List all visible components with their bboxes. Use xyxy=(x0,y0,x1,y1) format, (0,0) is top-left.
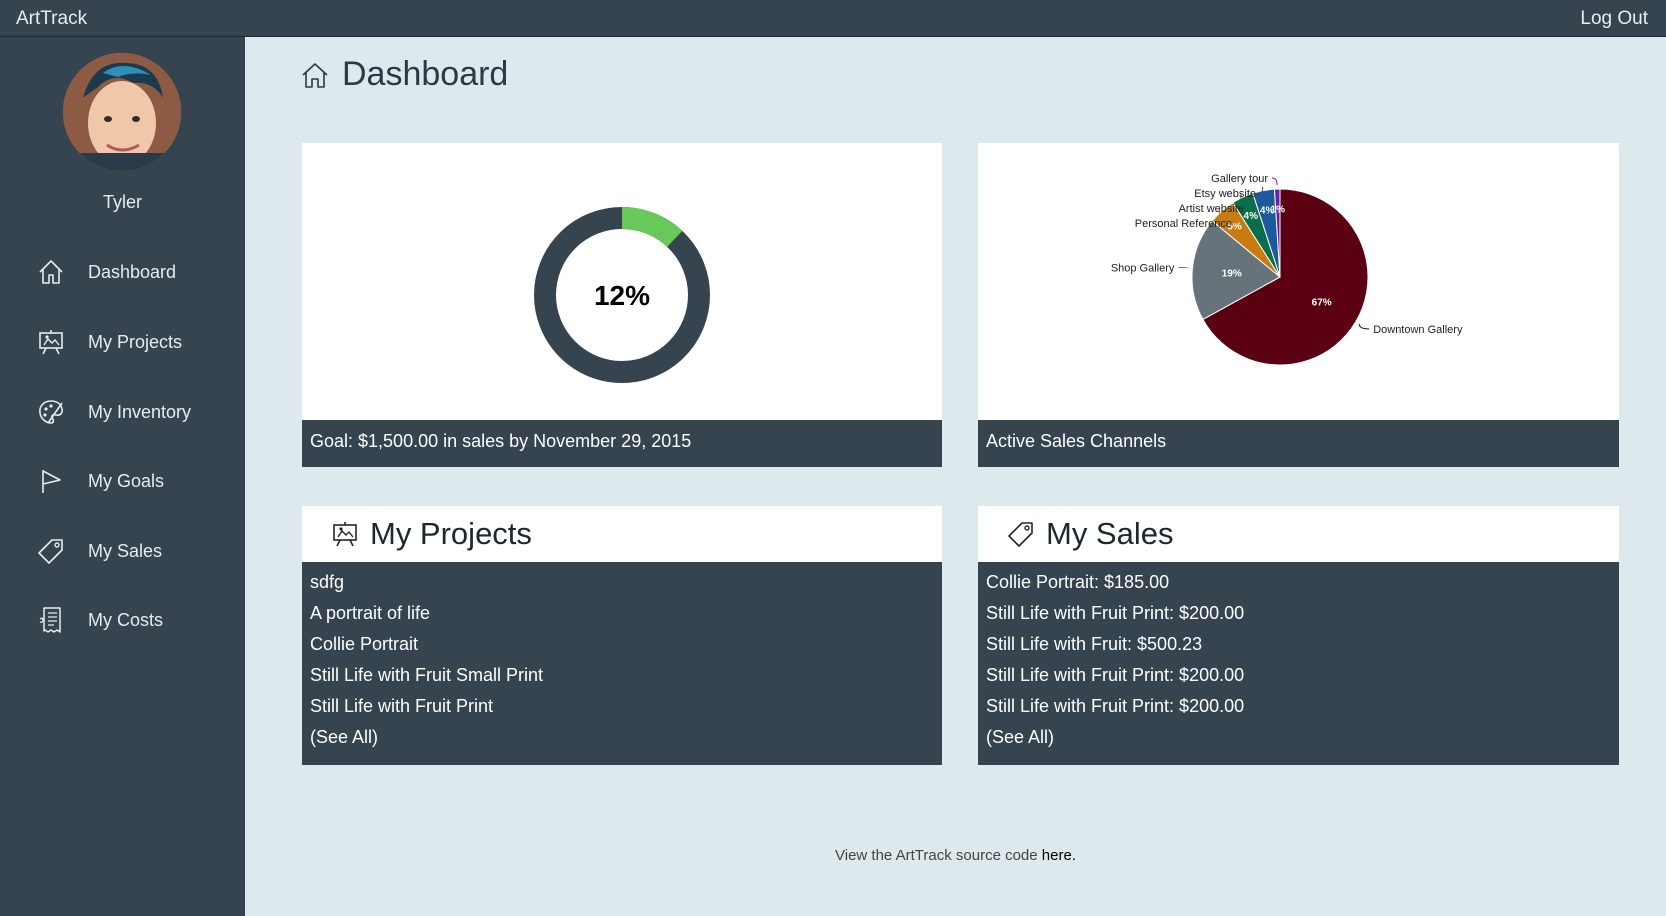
list-item[interactable]: Still Life with Fruit Print xyxy=(310,694,934,725)
username: Tyler xyxy=(102,192,142,212)
pie-value-label: 19% xyxy=(1222,268,1242,279)
projects-list: sdfg A portrait of life Collie Portrait … xyxy=(302,562,942,765)
pie-leader-line xyxy=(1271,177,1278,186)
page-title: Dashboard xyxy=(300,55,508,94)
list-item[interactable]: A portrait of life xyxy=(310,601,934,632)
pie-leader-line xyxy=(1178,266,1189,269)
sales-panel-header: My Sales xyxy=(978,506,1619,562)
goal-card: 12% Goal: $1,500.00 in sales by November… xyxy=(302,143,942,467)
tag-icon xyxy=(38,539,63,564)
avatar[interactable] xyxy=(63,53,181,171)
sidebar-item-dashboard[interactable]: Dashboard xyxy=(36,252,236,292)
receipt-icon xyxy=(39,607,61,633)
sidebar-item-my-costs[interactable]: My Costs xyxy=(36,600,236,640)
home-icon xyxy=(302,62,328,88)
pie-category-label: Downtown Gallery xyxy=(1373,324,1463,336)
sidebar-item-label: My Inventory xyxy=(88,401,192,422)
projects-panel: My Projects sdfg A portrait of life Coll… xyxy=(302,506,942,765)
tag-icon xyxy=(1008,522,1033,547)
list-item[interactable]: Still Life with Fruit Print: $200.00 xyxy=(986,694,1611,725)
logout-button[interactable]: Log Out xyxy=(1580,8,1648,30)
footer-note: View the ArtTrack source code here. xyxy=(245,847,1666,864)
projects-panel-title: My Projects xyxy=(370,516,532,551)
palette-icon xyxy=(39,400,63,424)
sidebar: Tyler Dashboard My Projects My Inventory… xyxy=(0,37,245,916)
sidebar-item-label: My Goals xyxy=(88,470,165,491)
pie-category-label: Gallery tour xyxy=(1211,173,1268,185)
sidebar-item-label: My Projects xyxy=(88,331,183,352)
sidebar-item-label: Dashboard xyxy=(88,261,177,282)
goal-donut: 12% xyxy=(534,207,710,383)
sidebar-item-my-projects[interactable]: My Projects xyxy=(36,322,236,362)
sales-channels-caption: Active Sales Channels xyxy=(978,420,1619,467)
easel-icon xyxy=(333,522,357,547)
pie-value-label: 4% xyxy=(1244,211,1259,222)
goal-caption: Goal: $1,500.00 in sales by November 29,… xyxy=(302,420,942,467)
pie-value-label: 1% xyxy=(1271,204,1286,215)
goal-donut-progress xyxy=(621,207,683,248)
see-all-sales-link[interactable]: (See All) xyxy=(986,725,1611,756)
app-brand[interactable]: ArtTrack xyxy=(16,8,87,30)
pie-value-label: 67% xyxy=(1312,298,1332,309)
home-icon xyxy=(39,260,63,284)
list-item[interactable]: Still Life with Fruit: $500.23 xyxy=(986,632,1611,663)
sidebar-item-my-goals[interactable]: My Goals xyxy=(36,461,236,501)
sidebar-item-label: My Sales xyxy=(88,540,163,561)
list-item[interactable]: Still Life with Fruit Print: $200.00 xyxy=(986,601,1611,632)
sales-list: Collie Portrait: $185.00 Still Life with… xyxy=(978,562,1619,765)
list-item[interactable]: Collie Portrait: $185.00 xyxy=(986,570,1611,601)
goal-percent-label: 12% xyxy=(594,280,650,311)
pie-category-label: Etsy website xyxy=(1194,188,1256,200)
sidebar-item-my-sales[interactable]: My Sales xyxy=(36,531,236,571)
list-item[interactable]: Still Life with Fruit Print: $200.00 xyxy=(986,663,1611,694)
sales-panel-title: My Sales xyxy=(1046,516,1174,551)
sales-panel: My Sales Collie Portrait: $185.00 Still … xyxy=(978,506,1619,765)
sidebar-item-label: My Costs xyxy=(88,609,164,630)
pie-category-label: Personal Reference xyxy=(1135,218,1232,230)
pie-leader-line xyxy=(1358,323,1370,330)
pie-category-label: Shop Gallery xyxy=(1111,262,1175,274)
list-item[interactable]: sdfg xyxy=(310,570,934,601)
see-all-projects-link[interactable]: (See All) xyxy=(310,725,934,756)
main-content: Dashboard 12% Goal: $1,500.00 in sales b… xyxy=(245,37,1666,916)
sales-channels-card: 67% Downtown Gallery 19% Shop Gallery 5% Pers… xyxy=(978,143,1619,467)
list-item[interactable]: Still Life with Fruit Small Print xyxy=(310,663,934,694)
page-title-text: Dashboard xyxy=(342,55,509,93)
flag-icon xyxy=(42,470,61,493)
top-bar: ArtTrack Log Out xyxy=(0,0,1666,37)
list-item[interactable]: Collie Portrait xyxy=(310,632,934,663)
footer-text: View the ArtTrack source code xyxy=(835,847,1042,864)
sidebar-item-my-inventory[interactable]: My Inventory xyxy=(36,392,236,432)
easel-icon xyxy=(39,330,63,355)
projects-panel-header: My Projects xyxy=(302,506,942,562)
sales-channels-pie: 67%Downtown Gallery19%Shop Gallery5%Pers… xyxy=(1111,173,1463,366)
pie-category-label: Artist website xyxy=(1179,203,1244,215)
source-code-link[interactable]: here. xyxy=(1042,847,1076,864)
